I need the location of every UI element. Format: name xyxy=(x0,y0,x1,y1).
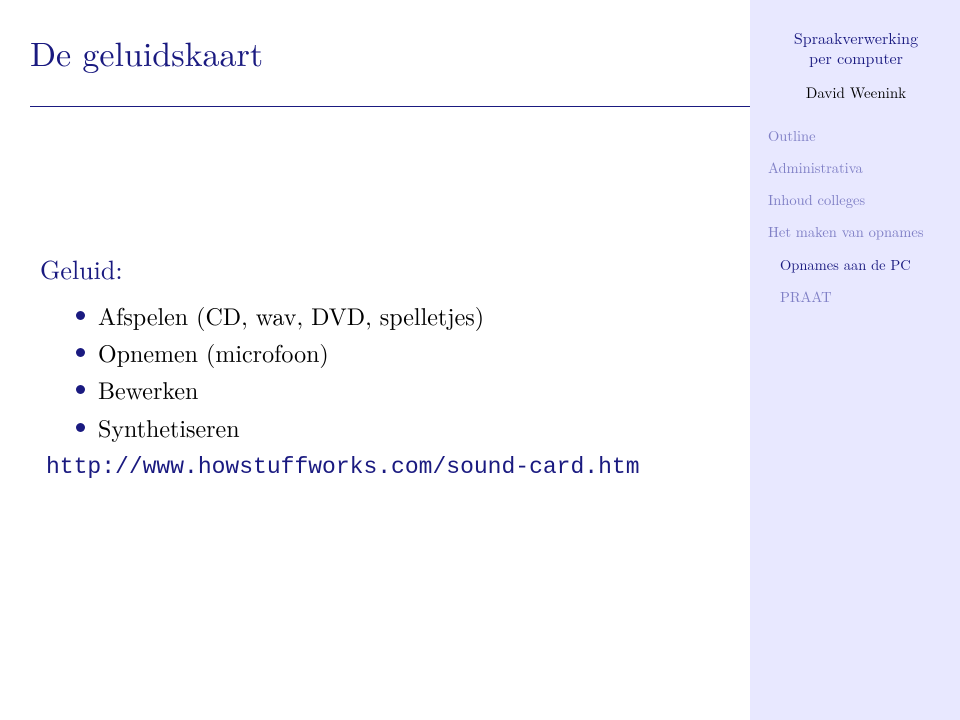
url-line: http://www.howstuffworks.com/sound-card.… xyxy=(46,454,680,480)
block-heading: Geluid: xyxy=(40,250,680,287)
list-item: Afspelen (CD, wav, DVD, spelletjes) xyxy=(76,297,680,334)
title-block: De geluidskaart xyxy=(30,28,263,76)
list-item: Bewerken xyxy=(76,371,680,408)
list-item: Opnemen (microfoon) xyxy=(76,334,680,371)
nav-item-praat[interactable]: PRAAT xyxy=(780,288,944,306)
slide-title: De geluidskaart xyxy=(30,28,263,76)
main-content: Geluid: Afspelen (CD, wav, DVD, spelletj… xyxy=(40,250,680,480)
list-item: Synthetiseren xyxy=(76,409,680,446)
reference-link[interactable]: http://www.howstuffworks.com/sound-card.… xyxy=(46,454,640,480)
nav-item-opnames-aan-de-pc[interactable]: Opnames aan de PC xyxy=(780,256,944,274)
sidebar-title-line2: per computer xyxy=(809,46,903,69)
nav-item-het-maken-van-opnames[interactable]: Het maken van opnames xyxy=(768,223,944,241)
title-underline xyxy=(30,106,750,107)
sidebar-course-title: Spraakverwerking per computer xyxy=(768,28,944,68)
sidebar: Spraakverwerking per computer David Ween… xyxy=(750,0,960,720)
nav-item-administrativa[interactable]: Administrativa xyxy=(768,159,944,177)
slide: De geluidskaart Geluid: Afspelen (CD, wa… xyxy=(0,0,960,720)
item-list: Afspelen (CD, wav, DVD, spelletjes) Opne… xyxy=(76,297,680,446)
sidebar-author: David Weenink xyxy=(768,82,944,103)
nav-item-inhoud-colleges[interactable]: Inhoud colleges xyxy=(768,191,944,209)
nav-item-outline[interactable]: Outline xyxy=(768,127,944,145)
